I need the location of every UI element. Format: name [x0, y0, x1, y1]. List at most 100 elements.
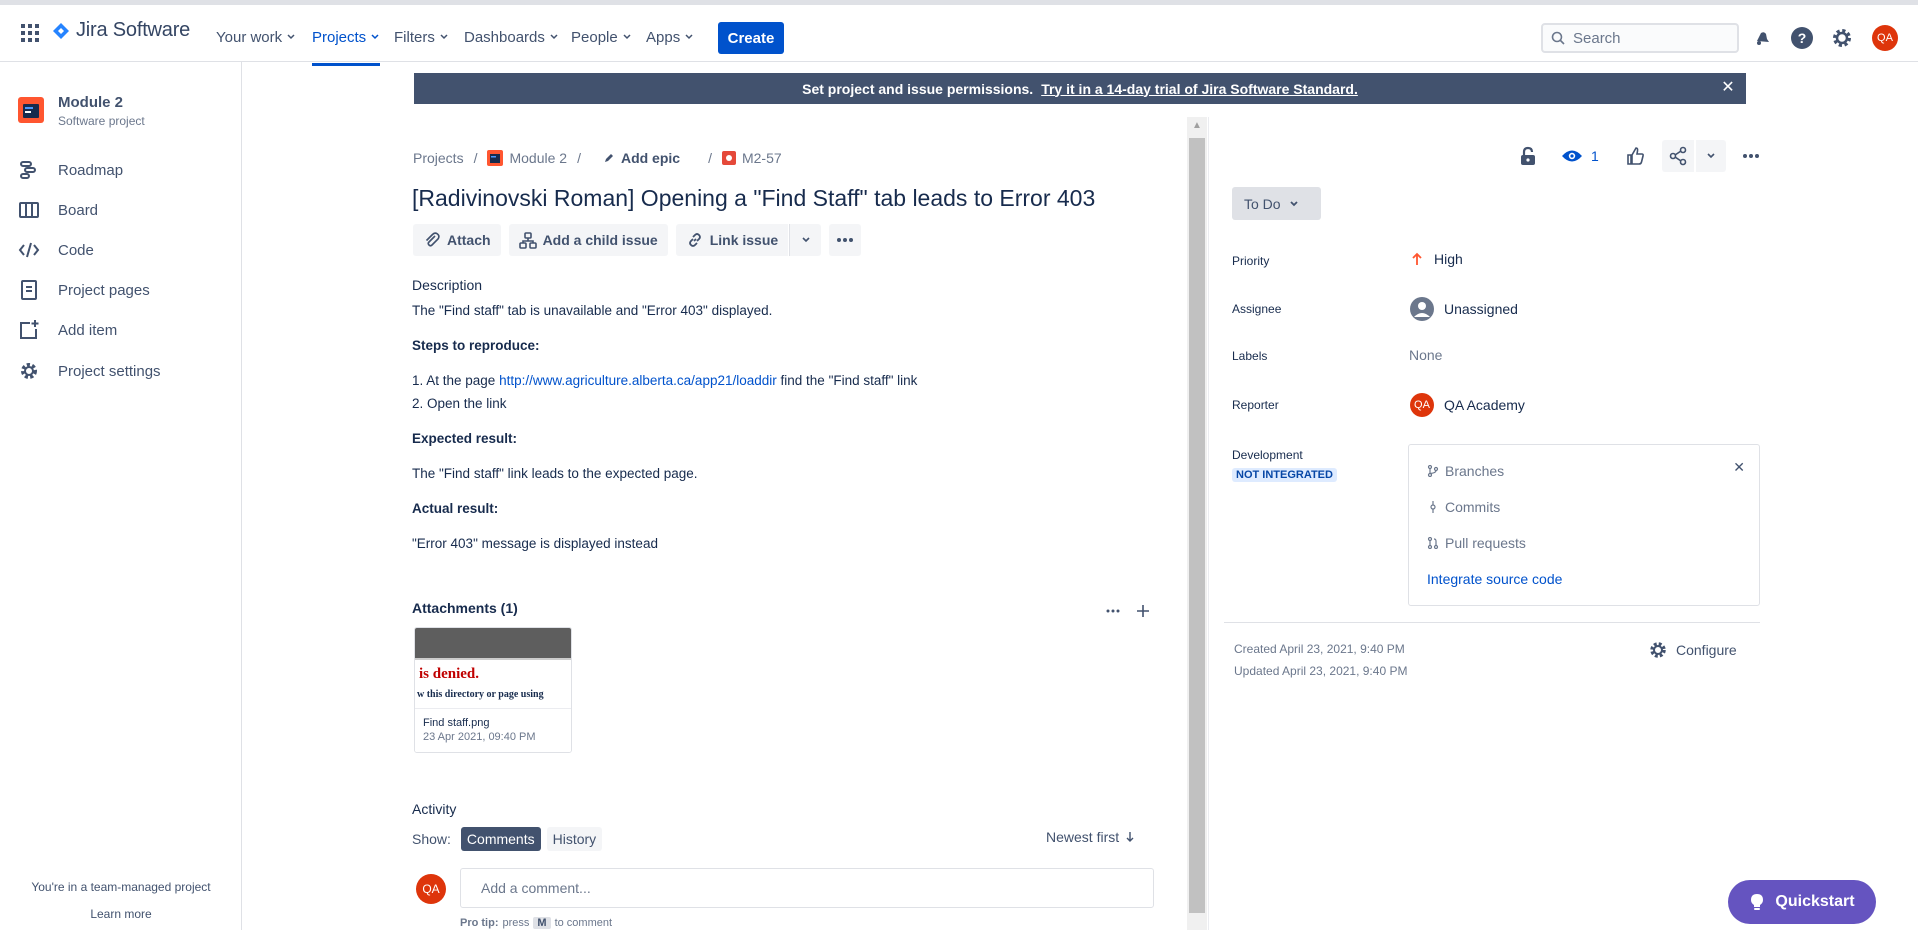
- learn-more-link[interactable]: Learn more: [0, 907, 242, 921]
- sidebar-item-board[interactable]: Board: [18, 195, 98, 225]
- commenter-avatar: QA: [416, 874, 446, 904]
- project-avatar-icon[interactable]: [18, 97, 44, 123]
- step-one-url-link[interactable]: http://www.agriculture.alberta.ca/app21/…: [499, 373, 777, 388]
- app-switcher-icon[interactable]: [20, 23, 40, 43]
- more-actions-button[interactable]: [829, 224, 862, 256]
- create-button[interactable]: Create: [718, 22, 784, 54]
- description-text[interactable]: The "Find staff" tab is unavailable and …: [412, 303, 772, 318]
- tab-history[interactable]: History: [546, 827, 603, 851]
- main-scrollbar[interactable]: ▲: [1187, 117, 1207, 930]
- assignee-field[interactable]: Unassigned: [1410, 297, 1518, 321]
- step-one-prefix: 1. At the page: [412, 373, 496, 388]
- priority-field[interactable]: High: [1410, 251, 1463, 267]
- close-icon[interactable]: ✕: [1720, 80, 1736, 96]
- attachment-date: 23 Apr 2021, 09:40 PM: [423, 731, 536, 743]
- nav-dashboards[interactable]: Dashboards: [464, 23, 559, 51]
- thumbnail-preview-text: w this directory or page using: [417, 689, 544, 700]
- comment-input[interactable]: Add a comment...: [460, 868, 1154, 908]
- jira-logo[interactable]: Jira Software: [52, 19, 190, 42]
- sidebar-item-code[interactable]: Code: [18, 235, 94, 265]
- sidebar-item-label: Add item: [58, 321, 118, 339]
- settings-gear-icon[interactable]: [1829, 25, 1855, 51]
- user-avatar[interactable]: QA: [1872, 25, 1898, 51]
- quickstart-button[interactable]: Quickstart: [1728, 880, 1876, 924]
- dev-item-label: Commits: [1445, 499, 1501, 515]
- nav-people[interactable]: People: [571, 23, 632, 51]
- pages-icon: [18, 279, 40, 301]
- gear-icon: [1648, 640, 1668, 660]
- notifications-icon[interactable]: [1749, 25, 1775, 51]
- steps-label: Steps to reproduce:: [412, 338, 540, 353]
- nav-filters[interactable]: Filters: [394, 23, 449, 51]
- sidebar-item-project-pages[interactable]: Project pages: [18, 275, 150, 305]
- attach-button[interactable]: Attach: [413, 224, 501, 256]
- sort-newest-first-button[interactable]: Newest first: [1046, 829, 1135, 845]
- protip-suffix: to comment: [554, 917, 613, 929]
- sidebar-item-add-item[interactable]: Add item: [18, 315, 117, 345]
- eye-icon: [1561, 149, 1583, 163]
- like-icon[interactable]: [1624, 145, 1646, 167]
- status-dropdown[interactable]: To Do: [1232, 187, 1321, 220]
- breadcrumb-separator: /: [577, 150, 581, 166]
- svg-text:?: ?: [1798, 30, 1807, 46]
- nav-apps[interactable]: Apps: [646, 23, 694, 51]
- link-issue-button[interactable]: Link issue: [675, 224, 789, 256]
- configure-button[interactable]: Configure: [1648, 640, 1737, 660]
- watch-button[interactable]: 1: [1561, 145, 1599, 167]
- nav-projects[interactable]: Projects: [312, 23, 381, 66]
- chevron-down-icon: [286, 32, 296, 42]
- trial-banner: Set project and issue permissions. Try i…: [414, 73, 1746, 104]
- nav-label: Your work: [216, 28, 283, 46]
- attachments-more-icon[interactable]: [1102, 600, 1124, 622]
- reporter-field[interactable]: QA QA Academy: [1410, 393, 1525, 417]
- labels-label: Labels: [1232, 349, 1268, 363]
- lock-icon[interactable]: [1518, 145, 1538, 167]
- integrate-source-code-link[interactable]: Integrate source code: [1427, 571, 1562, 587]
- issue-title[interactable]: [Radivinovski Roman] Opening a "Find Sta…: [412, 185, 1095, 212]
- labels-value[interactable]: None: [1409, 347, 1442, 363]
- attachment-meta: Find staff.png 23 Apr 2021, 09:40 PM: [415, 708, 571, 752]
- breadcrumb-project-label: Module 2: [509, 150, 568, 166]
- more-icon[interactable]: [1740, 145, 1762, 167]
- add-child-issue-button[interactable]: Add a child issue: [508, 224, 668, 256]
- nav-label: People: [571, 28, 618, 46]
- not-integrated-badge: NOT INTEGRATED: [1232, 468, 1337, 482]
- link-issue-dropdown[interactable]: [789, 224, 822, 256]
- scroll-thumb[interactable]: [1189, 138, 1205, 913]
- reporter-label: Reporter: [1232, 398, 1279, 412]
- sidebar-item-project-settings[interactable]: Project settings: [18, 356, 161, 386]
- search-input[interactable]: Search: [1541, 23, 1739, 53]
- share-icon[interactable]: [1662, 140, 1694, 172]
- status-label: To Do: [1244, 195, 1281, 212]
- sidebar-item-label: Code: [58, 241, 94, 259]
- add-epic-label: Add epic: [620, 150, 681, 166]
- sidebar-item-label: Project pages: [58, 281, 150, 299]
- commit-icon: [1427, 501, 1439, 513]
- pencil-icon: [603, 152, 615, 164]
- breadcrumb-issue-key[interactable]: M2-57: [721, 150, 782, 166]
- project-avatar-icon: [487, 150, 504, 166]
- sidebar-item-roadmap[interactable]: Roadmap: [18, 155, 123, 185]
- banner-trial-link[interactable]: Try it in a 14-day trial of Jira Softwar…: [1041, 81, 1358, 97]
- thumbnail-header: [415, 628, 571, 658]
- breadcrumb-project[interactable]: Module 2: [487, 150, 567, 166]
- breadcrumb-projects[interactable]: Projects: [413, 150, 464, 166]
- project-name[interactable]: Module 2: [58, 94, 123, 111]
- add-epic-button[interactable]: Add epic: [603, 150, 680, 166]
- team-managed-note: You're in a team-managed project: [31, 880, 211, 894]
- unassigned-avatar-icon: [1410, 297, 1434, 321]
- activity-filter: Show: Comments History: [412, 827, 603, 851]
- details-divider: [1224, 622, 1760, 623]
- close-icon[interactable]: ✕: [1733, 459, 1745, 476]
- share-dropdown-chevron-icon[interactable]: [1696, 140, 1726, 172]
- reporter-avatar: QA: [1410, 393, 1434, 417]
- issue-actions: Attach Add a child issue Link issue: [413, 224, 862, 256]
- attachment-thumbnail[interactable]: is denied. w this directory or page usin…: [414, 627, 572, 753]
- add-attachment-icon[interactable]: [1132, 600, 1154, 622]
- thumbnail-preview-heading: is denied.: [419, 666, 480, 682]
- tab-comments[interactable]: Comments: [460, 827, 541, 851]
- chevron-down-icon: [439, 32, 449, 42]
- scroll-up-arrow-icon[interactable]: ▲: [1187, 117, 1207, 135]
- help-icon[interactable]: ?: [1789, 25, 1815, 51]
- nav-your-work[interactable]: Your work: [216, 23, 296, 51]
